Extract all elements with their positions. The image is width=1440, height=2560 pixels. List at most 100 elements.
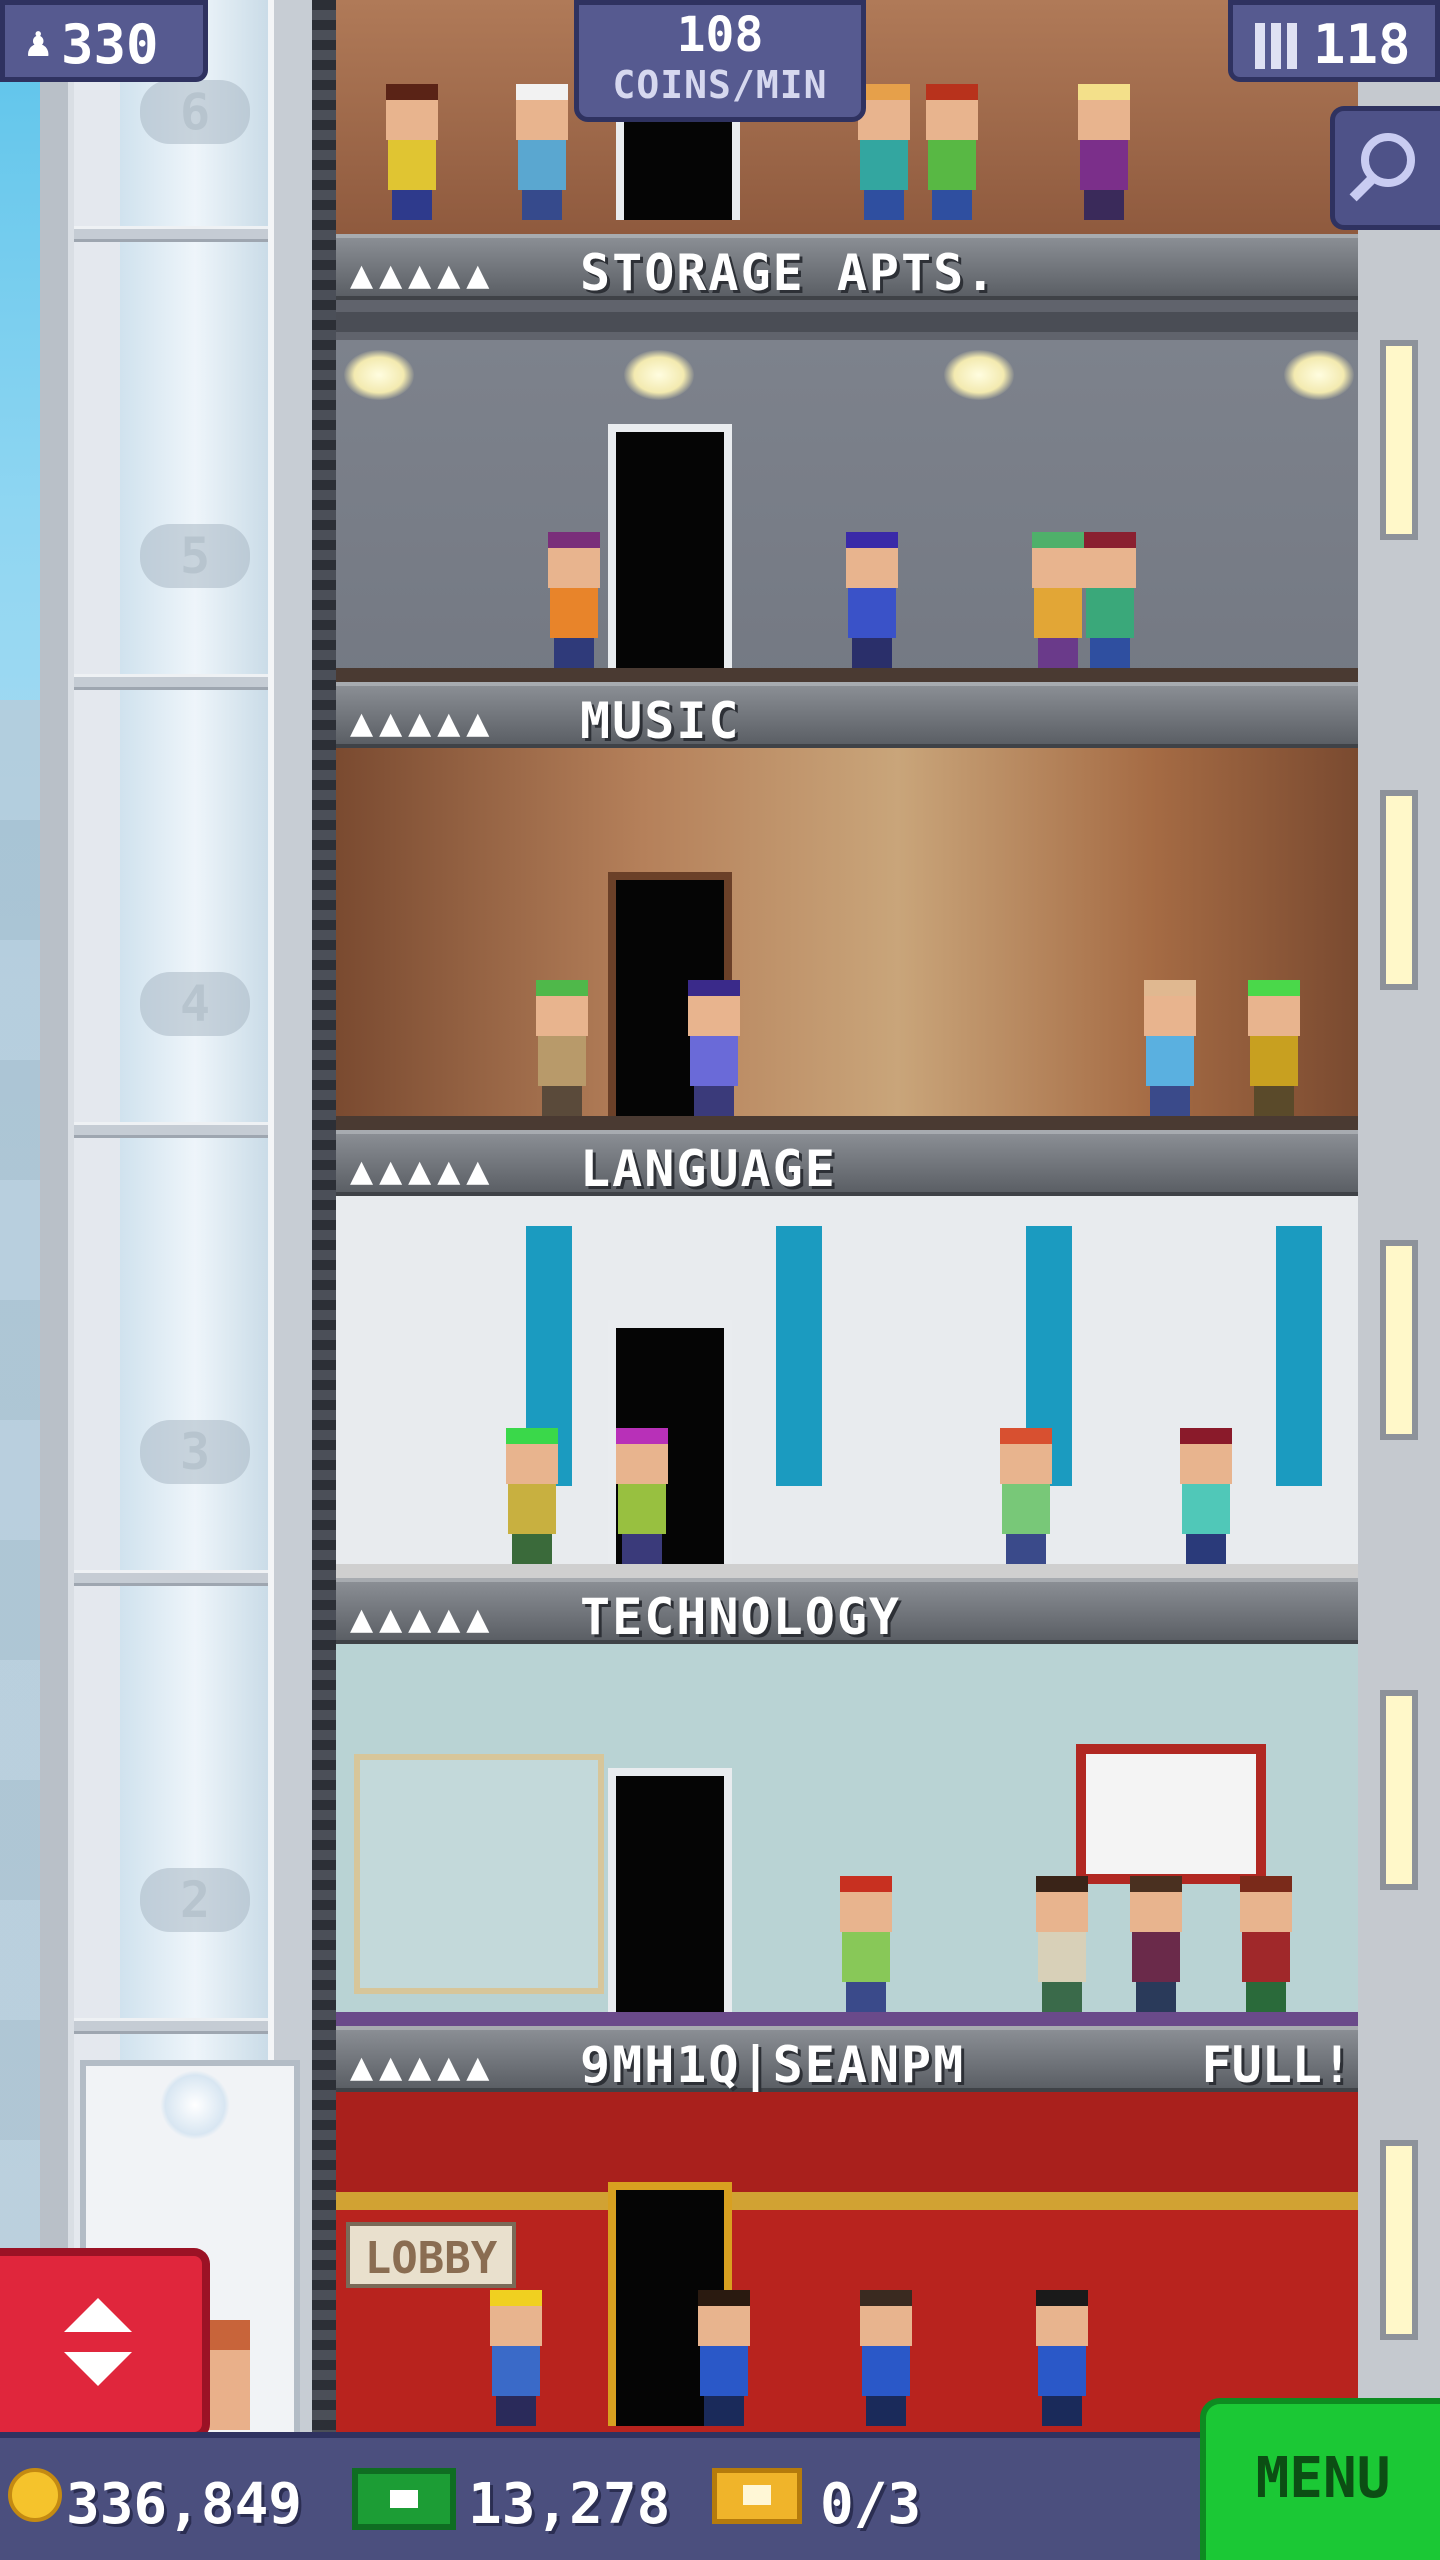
floor-label-bar: ▲▲▲▲▲ TECHNOLOGY: [336, 1578, 1358, 1646]
shaft-floor-number: 2: [140, 1868, 250, 1932]
resident[interactable]: [1074, 84, 1134, 220]
ceiling-lamp: [1284, 350, 1354, 400]
ceiling-beam: [336, 312, 1358, 332]
floor-name: STORAGE APTS.: [580, 244, 998, 302]
tickets-value: 0/3: [820, 2472, 922, 2537]
floor-rating: ▲▲▲▲▲: [350, 258, 496, 293]
resident[interactable]: [996, 1428, 1056, 1564]
floor-lobby[interactable]: ▲▲▲▲▲ 9MH1Q|SEANPM FULL! LOBBY: [336, 2026, 1358, 2440]
resident[interactable]: [1244, 980, 1304, 1116]
tower-window: [1380, 2140, 1418, 2340]
floor-room[interactable]: [336, 748, 1358, 1130]
room-floor: [336, 668, 1358, 682]
coins-rate-label: COINS/MIN: [612, 63, 828, 107]
population-count: 330: [61, 13, 159, 76]
floor-label-bar: ▲▲▲▲▲ LANGUAGE: [336, 1130, 1358, 1198]
resident[interactable]: [922, 84, 982, 220]
arrow-down-icon: [64, 2352, 132, 2386]
resident[interactable]: [1236, 1876, 1296, 2012]
floor-room[interactable]: [336, 300, 1358, 682]
shaft-floor-divider: [74, 1570, 268, 1586]
tower-window: [1380, 1690, 1418, 1890]
resident[interactable]: [1126, 1876, 1186, 2012]
resident[interactable]: [612, 1428, 672, 1564]
shaft-floor-divider: [74, 1122, 268, 1138]
resident[interactable]: [502, 1428, 562, 1564]
bux-value: 13,278: [468, 2472, 671, 2537]
floor-name: TECHNOLOGY: [580, 1588, 902, 1646]
shaft-floor-divider: [74, 2018, 268, 2034]
shaft-floor-number: 4: [140, 972, 250, 1036]
ceiling-lamp: [944, 350, 1014, 400]
floors-count: 118: [1313, 13, 1411, 76]
visitor[interactable]: [1032, 2290, 1092, 2426]
shaft-floor-number: 3: [140, 1420, 250, 1484]
room-door: [608, 1768, 732, 2012]
resident[interactable]: [532, 980, 592, 1116]
tower-window: [1380, 340, 1418, 540]
floor-name: MUSIC: [580, 692, 741, 750]
shaft-floor-number: 5: [140, 524, 250, 588]
floor-music[interactable]: ▲▲▲▲▲ MUSIC: [336, 682, 1358, 1130]
floor-label-bar: ▲▲▲▲▲ 9MH1Q|SEANPM FULL!: [336, 2026, 1358, 2094]
game-scene[interactable]: 6 5 4 3 2 ▲▲▲▲▲ STORAGE APTS. ▲▲▲▲▲ MUSI…: [0, 0, 1440, 2560]
resident[interactable]: [842, 532, 902, 668]
floor-storage-apts[interactable]: ▲▲▲▲▲ STORAGE APTS.: [336, 234, 1358, 682]
population-badge[interactable]: ♟ 330: [0, 0, 208, 82]
ceiling-lamp: [344, 350, 414, 400]
resident[interactable]: [544, 532, 604, 668]
coins-value: 336,849: [66, 2472, 303, 2537]
ticket-icon: [712, 2468, 802, 2524]
elevator-light: [160, 2070, 230, 2140]
floor-rating: ▲▲▲▲▲: [350, 2050, 496, 2085]
floor-label-bar: ▲▲▲▲▲ STORAGE APTS.: [336, 234, 1358, 302]
floor-label-bar: ▲▲▲▲▲ MUSIC: [336, 682, 1358, 750]
arrow-up-icon: [64, 2298, 132, 2332]
resident[interactable]: [1032, 1876, 1092, 2012]
floor-rating: ▲▲▲▲▲: [350, 1602, 496, 1637]
tower-window: [1380, 1240, 1418, 1440]
lobby-bellhop[interactable]: [486, 2290, 546, 2426]
resident[interactable]: [512, 84, 572, 220]
visitor[interactable]: [694, 2290, 754, 2426]
resident[interactable]: [1140, 980, 1200, 1116]
pillar: [1276, 1226, 1322, 1486]
room-floor: [336, 2012, 1358, 2026]
floor-status: FULL!: [1201, 2036, 1352, 2094]
visitor[interactable]: [856, 2290, 916, 2426]
bux-icon: [352, 2468, 456, 2530]
room-door: [608, 424, 732, 668]
resident[interactable]: [1080, 532, 1140, 668]
floor-name: LANGUAGE: [580, 1140, 837, 1198]
resident[interactable]: [382, 84, 442, 220]
elevator-button[interactable]: [0, 2248, 210, 2440]
floor-rating: ▲▲▲▲▲: [350, 706, 496, 741]
floor-technology[interactable]: ▲▲▲▲▲ TECHNOLOGY: [336, 1578, 1358, 2026]
coins-rate-value: 108: [676, 7, 764, 63]
floor-room[interactable]: LOBBY: [336, 2092, 1358, 2440]
floor-language[interactable]: ▲▲▲▲▲ LANGUAGE: [336, 1130, 1358, 1578]
tech-shelf: [354, 1754, 604, 1994]
floor-room[interactable]: [336, 1644, 1358, 2026]
resident[interactable]: [1176, 1428, 1236, 1564]
coins-rate-panel[interactable]: 108 COINS/MIN: [574, 0, 866, 122]
coin-icon: [8, 2468, 62, 2522]
resident[interactable]: [1028, 532, 1088, 668]
population-icon: ♟: [23, 25, 54, 65]
lobby-sign: LOBBY: [346, 2222, 516, 2288]
floor-name: 9MH1Q|SEANPM: [580, 2036, 966, 2094]
shaft-floor-divider: [74, 674, 268, 690]
floor-room[interactable]: [336, 1196, 1358, 1578]
search-icon-handle: [1349, 174, 1377, 202]
room-floor: [336, 1564, 1358, 1578]
tower-window: [1380, 790, 1418, 990]
shaft-floor-divider: [74, 226, 268, 242]
floors-badge[interactable]: 118: [1228, 0, 1440, 82]
building-icon: [1255, 23, 1299, 69]
resident[interactable]: [684, 980, 744, 1116]
search-button[interactable]: [1330, 106, 1440, 230]
shaft-floor-number: 6: [140, 80, 250, 144]
shaft-cable: [312, 0, 338, 2440]
menu-button[interactable]: MENU: [1200, 2398, 1440, 2560]
resident[interactable]: [836, 1876, 896, 2012]
